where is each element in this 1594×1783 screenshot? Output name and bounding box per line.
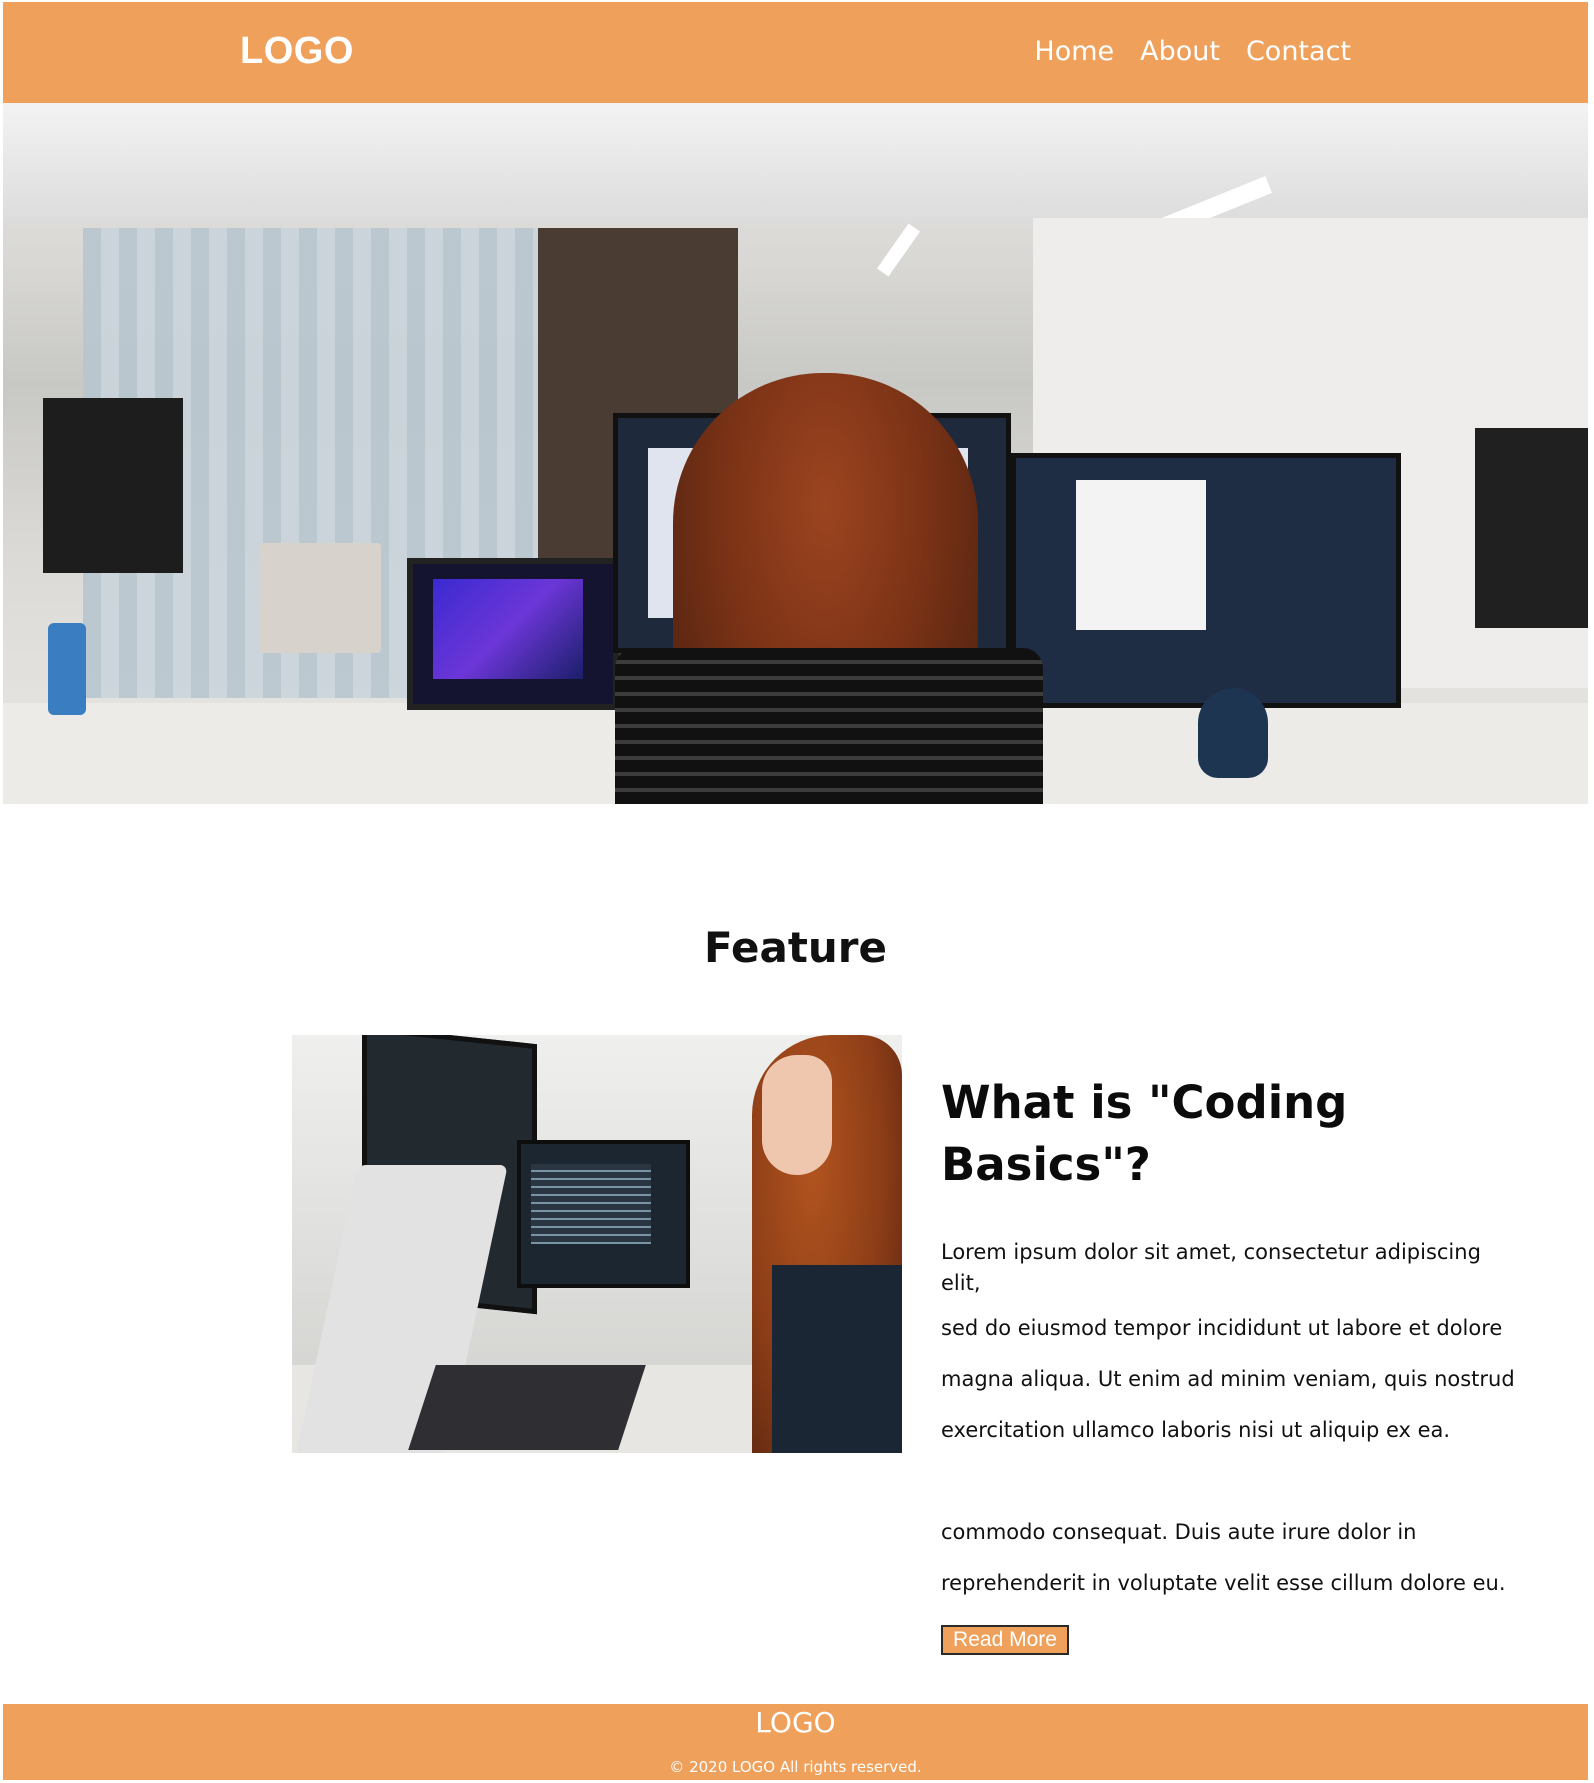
article-paragraph: commodo consequat. Duis aute irure dolor… xyxy=(941,1520,1417,1544)
page: LOGO Home About Contact Feature What is … xyxy=(3,2,1588,1780)
hero-water-bottle xyxy=(48,623,86,715)
site-header: LOGO Home About Contact xyxy=(3,2,1588,103)
site-footer: LOGO © 2020 LOGO All rights reserved. xyxy=(3,1704,1588,1780)
footer-logo[interactable]: LOGO xyxy=(3,1706,1588,1739)
feature-article: What is "Coding Basics"? Lorem ipsum dol… xyxy=(941,1072,1521,1655)
read-more-button[interactable]: Read More xyxy=(941,1625,1069,1655)
hero-chair xyxy=(615,648,1043,804)
article-heading: What is "Coding Basics"? xyxy=(941,1076,1348,1191)
hero-monitor xyxy=(1475,428,1588,628)
nav-about-link[interactable]: About xyxy=(1140,36,1220,67)
article-paragraph: reprehenderit in voluptate velit esse ci… xyxy=(941,1571,1506,1595)
article-paragraph: Lorem ipsum dolor sit amet, consectetur … xyxy=(941,1240,1481,1295)
feature-section-title: Feature xyxy=(704,923,887,973)
feature-person-face xyxy=(762,1055,832,1175)
hero-ceiling xyxy=(3,103,1588,223)
hero-monitor xyxy=(1011,453,1401,708)
nav-contact-link[interactable]: Contact xyxy=(1246,36,1351,67)
hero-monitor xyxy=(43,398,183,573)
feature-monitor xyxy=(517,1140,690,1288)
hero-penguin-toy xyxy=(1198,688,1268,778)
article-paragraph: sed do eiusmod tempor incididunt ut labo… xyxy=(941,1316,1503,1340)
article-paragraph: exercitation ullamco laboris nisi ut ali… xyxy=(941,1418,1451,1442)
article-paragraph: magna aliqua. Ut enim ad minim veniam, q… xyxy=(941,1367,1515,1391)
nav-home-link[interactable]: Home xyxy=(1034,36,1114,67)
feature-image xyxy=(292,1035,902,1453)
hero-laptop xyxy=(407,558,619,710)
hero-ceiling-light xyxy=(876,223,921,277)
feature-person-shirt xyxy=(772,1265,902,1453)
main-nav: Home About Contact xyxy=(1034,36,1351,67)
header-logo[interactable]: LOGO xyxy=(240,30,354,73)
hero-image xyxy=(3,103,1588,804)
feature-keyboard xyxy=(408,1365,646,1450)
footer-copyright: © 2020 LOGO All rights reserved. xyxy=(669,1758,922,1776)
hero-laptop-closed xyxy=(259,543,381,653)
